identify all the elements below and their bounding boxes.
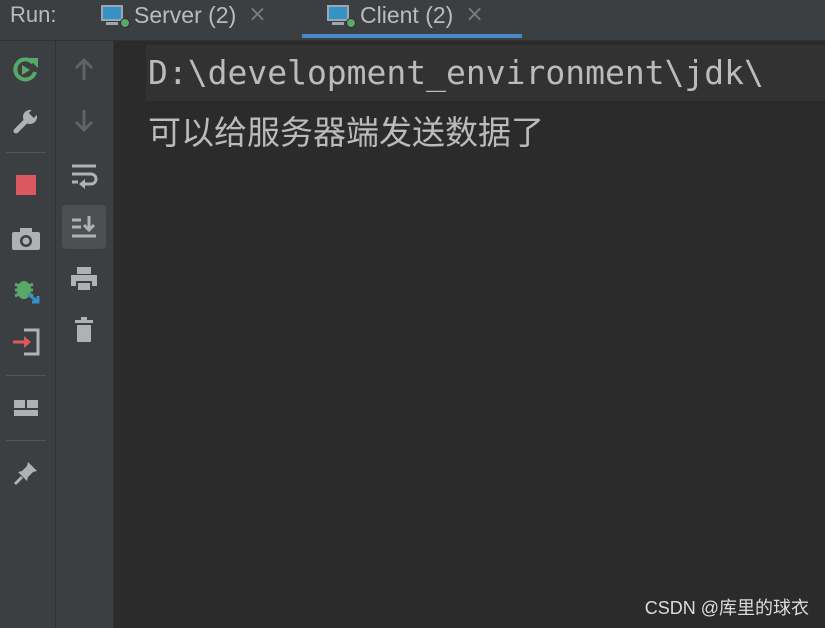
dump-threads-button[interactable]	[6, 218, 46, 258]
close-icon[interactable]: ×	[465, 0, 483, 30]
rerun-button[interactable]	[6, 49, 46, 89]
run-tab-bar: Run: Server (2) × Client (2) ×	[0, 0, 825, 41]
arrow-down-icon	[74, 110, 94, 133]
console-line: 可以给服务器端发送数据了	[148, 113, 544, 152]
pin-tab-button[interactable]	[6, 453, 46, 493]
camera-icon	[12, 228, 40, 250]
previous-occurrence-button[interactable]	[64, 49, 104, 89]
soft-wrap-icon	[72, 164, 98, 189]
tab-server[interactable]: Server (2) ×	[100, 0, 300, 38]
run-toolbar	[0, 41, 56, 628]
console-line: D:\development_environment\jdk\	[148, 53, 764, 92]
exit-icon	[13, 328, 40, 356]
trash-icon	[75, 317, 93, 342]
debug-icon	[14, 281, 40, 304]
debug-button[interactable]	[6, 270, 46, 310]
print-button[interactable]	[64, 259, 104, 299]
soft-wrap-button[interactable]	[64, 154, 104, 194]
settings-button[interactable]	[6, 101, 46, 141]
rerun-icon	[13, 57, 38, 82]
stop-button[interactable]	[6, 165, 46, 205]
console-icon	[326, 3, 356, 28]
console-icon	[100, 3, 130, 28]
tab-client-label: Client (2)	[360, 2, 454, 28]
scroll-to-end-button[interactable]	[62, 205, 106, 249]
tab-server-label: Server (2)	[134, 2, 237, 28]
pin-icon	[13, 462, 37, 486]
run-label: Run:	[10, 2, 57, 27]
console-output[interactable]: D:\development_environment\jdk\ 可以给服务器端发…	[114, 41, 825, 628]
tab-client[interactable]: Client (2) ×	[302, 0, 522, 38]
watermark: CSDN @库里的球衣	[644, 598, 809, 618]
layout-icon	[14, 400, 38, 416]
exit-button[interactable]	[6, 322, 46, 362]
arrow-up-icon	[74, 57, 94, 80]
clear-all-button[interactable]	[64, 310, 104, 350]
wrench-icon	[13, 108, 39, 134]
next-occurrence-button[interactable]	[64, 101, 104, 141]
scroll-to-end-icon	[72, 216, 96, 238]
stop-icon	[16, 175, 36, 195]
restore-layout-button[interactable]	[6, 388, 46, 428]
close-icon[interactable]: ×	[248, 0, 266, 30]
print-icon	[71, 267, 97, 292]
console-toolbar	[56, 41, 114, 628]
